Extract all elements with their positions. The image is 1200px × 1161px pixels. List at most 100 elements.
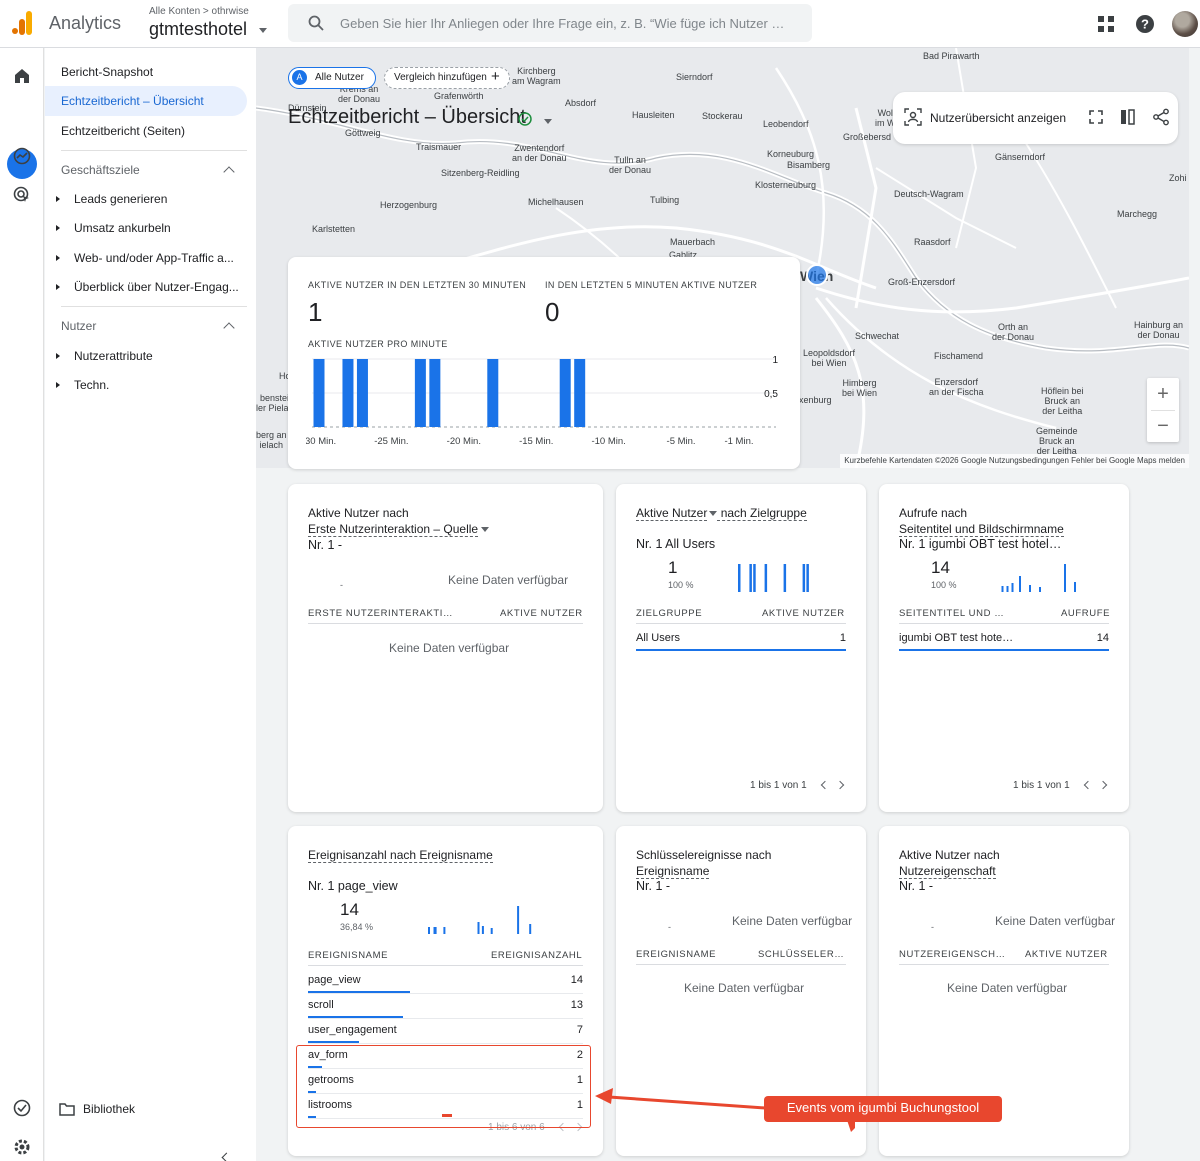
map-place-label: Höflein bei Bruck an der Leitha (1041, 386, 1084, 416)
chart-bar[interactable] (313, 359, 325, 427)
chart-bar[interactable] (356, 359, 368, 427)
sidebar-item-realtime-pages[interactable]: Echtzeitbericht (Seiten) (61, 124, 185, 138)
reports-icon[interactable] (12, 104, 32, 124)
sidebar-section-business-goals[interactable]: Geschäftsziele (61, 163, 140, 177)
chart-bar[interactable] (559, 359, 571, 427)
column-header[interactable]: EREIGNISNAME (636, 949, 716, 960)
sidebar-item-tech[interactable]: Techn. (74, 378, 244, 392)
chevron-up-icon[interactable] (223, 166, 235, 178)
zoom-out-button[interactable]: − (1147, 410, 1179, 442)
chart-bar[interactable] (574, 359, 586, 427)
analytics-logo-icon[interactable] (11, 11, 33, 35)
chart-bar[interactable] (414, 359, 426, 427)
add-comparison-button[interactable]: Vergleich hinzufügen + (384, 67, 510, 89)
table-row-label[interactable]: igumbi OBT test hote… (899, 632, 1013, 644)
per-minute-bar-chart[interactable]: 1 0,5 -30 Min. -25 Min. -20 Min. -15 Min. -10 … (306, 353, 786, 451)
map-footer[interactable]: Kurzbefehle Kartendaten ©2026 Google Nut… (840, 454, 1189, 468)
card-title-dimension: Ereignisname (636, 864, 710, 879)
map-place-label: Zohi (1169, 173, 1187, 183)
search-input[interactable]: Geben Sie hier Ihr Anliegen oder Ihre Fr… (288, 4, 812, 42)
chart-x-tick-label: -15 Min. (519, 436, 553, 447)
map-place-label: Grafenwörth (434, 91, 484, 101)
chart-bar[interactable] (429, 359, 441, 427)
collapse-chevron-icon[interactable] (221, 1152, 232, 1161)
map-place-label: Hainburg an der Donau (1134, 320, 1184, 340)
expand-triangle-icon[interactable] (56, 284, 60, 290)
card-title: Aktive Nutzer nach Erste Nutzerinterakti… (308, 505, 490, 537)
sparkline-bar (1006, 586, 1009, 592)
settings-gear-icon[interactable] (12, 1137, 32, 1157)
table-row-label[interactable]: All Users (636, 632, 680, 644)
expand-triangle-icon[interactable] (56, 382, 60, 388)
column-header[interactable]: NUTZEREIGENSCH… (899, 949, 1006, 960)
column-header[interactable]: AKTIVE NUTZER (1025, 949, 1108, 960)
column-header[interactable]: EREIGNISANZAHL (491, 950, 582, 961)
sparkline-bar (443, 927, 446, 934)
active-user-location-marker[interactable] (806, 264, 828, 286)
sparkline-bar (517, 906, 520, 934)
dimension-caret-icon[interactable] (481, 527, 490, 533)
admin-check-icon[interactable] (12, 1098, 32, 1118)
sidebar-item-leads[interactable]: Leads generieren (74, 192, 244, 206)
dimension-selector[interactable]: Erste Nutzerinteraktion – Quelle (308, 522, 479, 537)
column-header[interactable]: SEITENTITEL UND … (899, 608, 1004, 619)
next-page-icon[interactable] (835, 780, 845, 790)
expand-triangle-icon[interactable] (56, 196, 60, 202)
sidebar-item-engagement[interactable]: Überblick über Nutzer-Engag... (74, 280, 244, 294)
share-icon[interactable] (1152, 108, 1170, 126)
column-header[interactable]: ERSTE NUTZERINTERAKTI… (308, 608, 453, 619)
title-dropdown-icon[interactable] (544, 119, 552, 124)
metric-selector[interactable]: Aktive Nutzer (636, 506, 708, 521)
sparkline-bar (806, 564, 809, 592)
card-title-line1: Aufrufe nach (899, 506, 968, 520)
card-title: Aktive Nutzer nach Nutzereigenschaft (899, 847, 1000, 879)
sidebar-item-revenue[interactable]: Umsatz ankurbeln (74, 221, 244, 235)
column-header[interactable]: AUFRUFE (1061, 608, 1110, 619)
map-place-label: Traismauer (416, 142, 462, 152)
apps-grid-icon[interactable] (1096, 14, 1116, 34)
chart-bar[interactable] (342, 359, 354, 427)
explore-icon[interactable] (12, 146, 32, 166)
search-icon (308, 15, 324, 31)
user-overview-icon[interactable] (904, 108, 922, 126)
table-row-label[interactable]: scroll (308, 999, 334, 1011)
account-breadcrumb[interactable]: Alle Konten > othrwise (149, 6, 249, 17)
column-header[interactable]: EREIGNISNAME (308, 950, 388, 961)
card-page-views: Aufrufe nach Seitentitel und Bildschirmn… (879, 484, 1129, 812)
chart-bar[interactable] (487, 359, 499, 427)
expand-triangle-icon[interactable] (56, 353, 60, 359)
column-header[interactable]: ZIELGRUPPE (636, 608, 702, 619)
map-place-label: Gänserndorf (995, 152, 1046, 162)
help-icon[interactable]: ? (1135, 14, 1155, 34)
sidebar-item-library[interactable]: Bibliothek (83, 1102, 135, 1116)
next-page-icon[interactable] (1098, 780, 1108, 790)
all-users-chip[interactable]: A Alle Nutzer (288, 67, 376, 89)
chevron-up-icon[interactable] (223, 322, 235, 334)
property-selector[interactable]: gtmtesthotel (149, 19, 247, 40)
prev-page-icon[interactable] (1083, 780, 1093, 790)
column-header[interactable]: SCHLÜSSELER… (758, 949, 844, 960)
expand-triangle-icon[interactable] (56, 225, 60, 231)
add-comparison-label: Vergleich hinzufügen (394, 72, 487, 83)
sidebar-item-snapshot[interactable]: Bericht-Snapshot (61, 65, 153, 79)
column-header[interactable]: AKTIVE NUTZER (762, 608, 845, 619)
sidebar-item-traffic[interactable]: Web- und/oder App-Traffic a... (74, 251, 244, 265)
home-icon[interactable] (12, 66, 32, 86)
card-title: Aufrufe nach Seitentitel und Bildschirmn… (899, 505, 1064, 537)
compare-columns-icon[interactable] (1119, 108, 1137, 126)
user-overview-button[interactable]: Nutzerübersicht anzeigen (930, 111, 1066, 125)
prev-page-icon[interactable] (820, 780, 830, 790)
avatar[interactable] (1172, 11, 1198, 37)
expand-triangle-icon[interactable] (56, 255, 60, 261)
property-caret-icon[interactable] (259, 28, 267, 33)
sidebar-item-user-attributes[interactable]: Nutzerattribute (74, 349, 244, 363)
zoom-in-button[interactable]: + (1147, 378, 1179, 410)
sidebar-section-users[interactable]: Nutzer (61, 319, 96, 333)
sidebar-item-realtime-overview[interactable]: Echtzeitbericht – Übersicht (61, 94, 204, 108)
advertising-icon[interactable] (12, 185, 32, 205)
column-header[interactable]: AKTIVE NUTZER (500, 608, 583, 619)
table-row-label[interactable]: user_engagement (308, 1024, 397, 1036)
no-data-message: Keine Daten verfügbar (995, 914, 1116, 928)
fullscreen-icon[interactable] (1087, 108, 1105, 126)
table-row-label[interactable]: page_view (308, 974, 361, 986)
